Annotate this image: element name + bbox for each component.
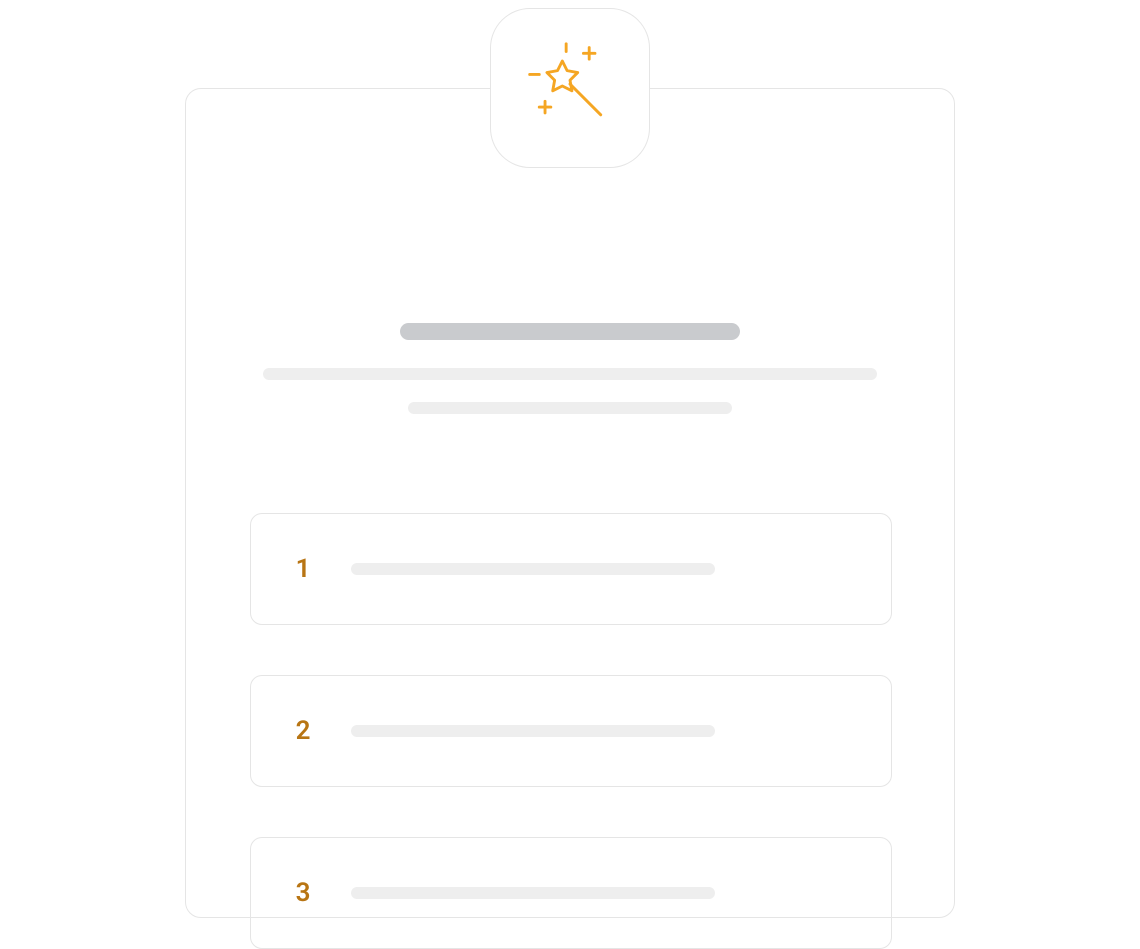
step-text-skeleton [351,887,715,899]
feature-icon-badge [490,8,650,168]
subtitle-line-1-skeleton [263,368,877,380]
step-number: 2 [295,716,311,746]
step-item-2[interactable]: 2 [250,675,892,787]
step-text-skeleton [351,563,715,575]
step-text-skeleton [351,725,715,737]
step-number: 1 [295,554,311,584]
main-card: 1 2 3 [185,88,955,918]
subtitle-line-2-skeleton [408,402,732,414]
header-skeleton-group [263,323,877,414]
title-skeleton [400,323,740,340]
steps-list: 1 2 3 [250,513,892,949]
step-item-3[interactable]: 3 [250,837,892,949]
magic-wand-sparkles-icon [522,38,618,138]
step-number: 3 [295,878,311,908]
subtitle-skeleton-group [263,368,877,414]
step-item-1[interactable]: 1 [250,513,892,625]
